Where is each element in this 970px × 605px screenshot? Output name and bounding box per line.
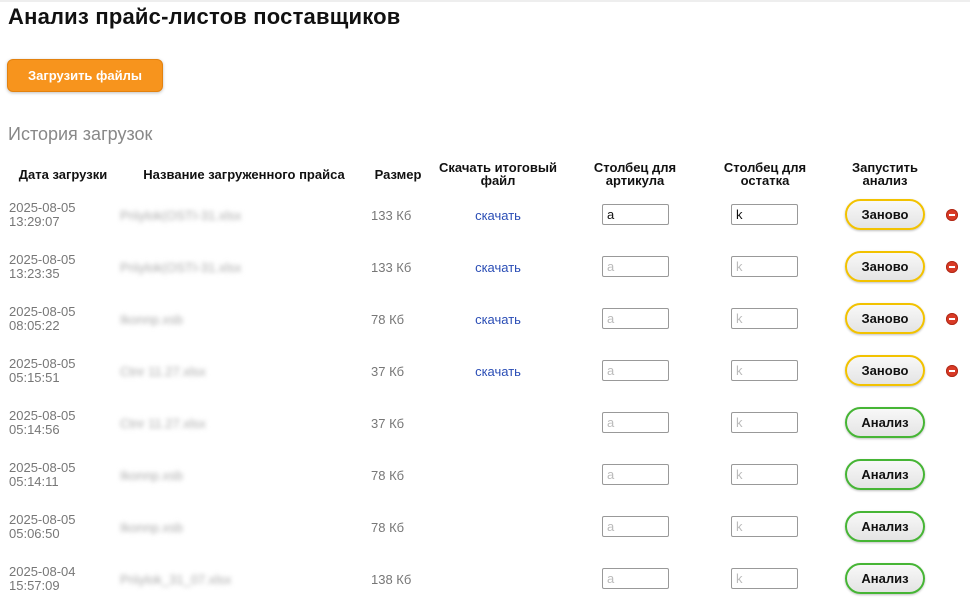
file-size: 37 Кб [371, 363, 405, 379]
table-row: 2025-08-0505:06:50 Ikonnp.xsb 78 Кб Анализ [0, 501, 970, 553]
file-size: 78 Кб [371, 467, 405, 483]
upload-date: 2025-08-05 13:23:35 [9, 241, 104, 293]
upload-date: 2025-08-05 08:05:22 [9, 293, 104, 345]
table-row: 2025-08-0505:14:56 Ctnr 11.27.xlsx 37 Кб Ан… [0, 397, 970, 449]
upload-date-day: 2025-08-05 [9, 356, 76, 371]
download-cell: скачать [437, 241, 559, 293]
price-file-name: Priiylok_31_07.xlsx [120, 571, 232, 587]
upload-date: 2025-08-05 05:15:51 [9, 345, 104, 397]
download-cell: скачать [437, 189, 559, 241]
price-file-name: Ikonnp.xsb [120, 519, 183, 535]
file-size: 133 Кб [371, 207, 412, 223]
stock-column-input[interactable] [731, 568, 798, 589]
rerun-button[interactable]: Заново [845, 251, 925, 282]
upload-date-day: 2025-08-05 [9, 460, 76, 475]
history-title: История загрузок [8, 124, 153, 144]
delete-icon[interactable] [946, 313, 958, 325]
file-size: 138 Кб [371, 571, 412, 587]
download-link[interactable]: скачать [475, 260, 521, 275]
file-size: 78 Кб [371, 519, 405, 535]
header-name: Название загруженного прайса [143, 166, 345, 182]
stock-column-input[interactable] [731, 256, 798, 277]
table-row: 2025-08-04 15:57:09 Priiylok_31_07.xlsx 138… [0, 553, 970, 605]
stock-column-input[interactable] [731, 204, 798, 225]
download-cell: скачать [437, 345, 559, 397]
article-column-input[interactable] [602, 516, 669, 537]
upload-date-day: 2025-08-05 [9, 408, 76, 423]
upload-date-time: 05:06:50 [9, 526, 60, 541]
rerun-button[interactable]: Заново [845, 355, 925, 386]
table-row: 2025-08-0505:14:11 Ikonnp.xsb 78 Кб Анализ [0, 449, 970, 501]
price-file-name: Ikonnp.xsb [120, 467, 183, 483]
header-size: Размер [374, 166, 422, 182]
download-link[interactable]: скачать [475, 364, 521, 379]
header-stock-column: Столбец для остатка [723, 160, 807, 188]
analyze-button[interactable]: Анализ [845, 407, 925, 438]
stock-column-input[interactable] [731, 412, 798, 433]
header-run-analysis: Запустить анализ [851, 160, 919, 188]
article-column-input[interactable] [602, 412, 669, 433]
upload-date: 2025-08-05 05:14:11 [9, 449, 104, 501]
article-column-input[interactable] [602, 464, 669, 485]
top-border [0, 0, 970, 2]
upload-date: 2025-08-04 15:57:09 [9, 553, 104, 605]
stock-column-input[interactable] [731, 360, 798, 381]
file-size: 37 Кб [371, 415, 405, 431]
rerun-button[interactable]: Заново [845, 199, 925, 230]
upload-files-button[interactable]: Загрузить файлы [7, 59, 163, 92]
delete-icon[interactable] [946, 209, 958, 221]
price-file-name: Priiylok(OSTI-31.xlsx [120, 207, 242, 223]
article-column-input[interactable] [602, 308, 669, 329]
table-row: 2025-08-05 13:23:35 Priiylok(OSTI-31.xlsx 1… [0, 241, 970, 293]
stock-column-input[interactable] [731, 516, 798, 537]
table-row: 2025-08-05 13:29:07 Priiylok(OSTI-31.xlsx 1… [0, 189, 970, 241]
article-column-input[interactable] [602, 360, 669, 381]
download-link[interactable]: скачать [475, 208, 521, 223]
article-column-input[interactable] [602, 204, 669, 225]
upload-date-time: 13:29:07 [9, 214, 60, 229]
article-column-input[interactable] [602, 256, 669, 277]
stock-column-input[interactable] [731, 308, 798, 329]
upload-date-time: 08:05:22 [9, 318, 60, 333]
article-column-input[interactable] [602, 568, 669, 589]
file-size: 133 Кб [371, 259, 412, 275]
upload-date-day: 2025-08-05 [9, 512, 76, 527]
delete-icon[interactable] [946, 365, 958, 377]
analyze-button[interactable]: Анализ [845, 563, 925, 594]
upload-date: 2025-08-05 05:06:50 [9, 501, 104, 553]
stock-column-input[interactable] [731, 464, 798, 485]
upload-date-time: 05:14:11 [9, 474, 59, 489]
header-download: Скачать итоговый файл [439, 160, 557, 188]
price-file-name: Ctnr 11.27.xlsx [120, 415, 206, 431]
upload-date-day: 2025-08-05 [9, 200, 76, 215]
upload-date: 2025-08-05 05:14:56 [9, 397, 104, 449]
upload-date-day: 2025-08-05 [9, 252, 76, 267]
delete-icon[interactable] [946, 261, 958, 273]
download-link[interactable]: скачать [475, 312, 521, 327]
upload-date-time: 05:15:51 [9, 370, 60, 385]
upload-date-time: 15:57:09 [9, 578, 60, 593]
table-row: 2025-08-05 05:15:51 Ctnr 11.27.xlsx 37 Кб ск… [0, 345, 970, 397]
analyze-button[interactable]: Анализ [845, 459, 925, 490]
file-size: 78 Кб [371, 311, 405, 327]
header-article-column: Столбец для артикула [593, 160, 677, 188]
price-file-name: Ctnr 11.27.xlsx [120, 363, 206, 379]
upload-date: 2025-08-05 13:29:07 [9, 189, 104, 241]
price-file-name: Ikonnp.xsb [120, 311, 183, 327]
rerun-button[interactable]: Заново [845, 303, 925, 334]
download-cell: скачать [437, 293, 559, 345]
upload-date-day: 2025-08-05 [9, 304, 76, 319]
page-title: Анализ прайс-листов поставщиков [8, 4, 401, 29]
analyze-button[interactable]: Анализ [845, 511, 925, 542]
upload-date-time: 05:14:56 [9, 422, 60, 437]
upload-date-time: 13:23:35 [9, 266, 60, 281]
table-row: 2025-08-05 08:05:22 Ikonnp.xsb 78 Кб скачать… [0, 293, 970, 345]
price-file-name: Priiylok(OSTI-31.xlsx [120, 259, 242, 275]
upload-date-day: 2025-08-04 [9, 564, 76, 579]
header-date: Дата загрузки [18, 166, 108, 182]
